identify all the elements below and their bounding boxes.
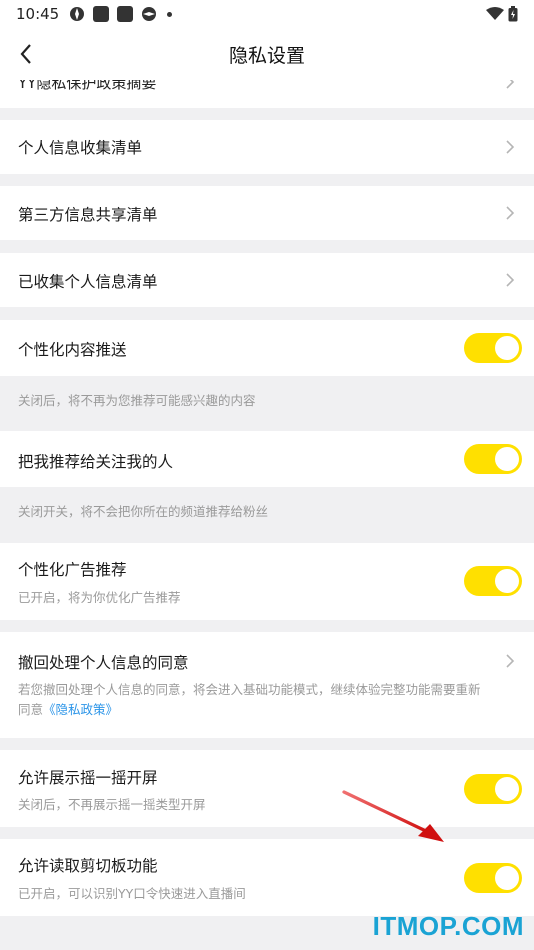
notification-square-icon	[117, 6, 134, 22]
collected-info-row[interactable]: 已收集个人信息清单	[0, 253, 534, 307]
app-notification-icon	[142, 7, 157, 21]
status-bar: 10:45	[0, 0, 534, 28]
withdraw-consent-row[interactable]: 撤回处理个人信息的同意 若您撤回处理个人信息的同意，将会进入基础功能模式，继续体…	[0, 632, 534, 738]
row-label: 个性化广告推荐	[18, 561, 127, 579]
chevron-right-icon	[506, 206, 515, 220]
row-description: 关闭后，将不再为您推荐可能感兴趣的内容	[18, 393, 256, 408]
red-arrow-icon	[342, 790, 444, 842]
app-header: 隐私设置	[0, 28, 534, 80]
toggle-knob	[495, 777, 519, 801]
row-label: YY隐私保护政策摘要	[18, 80, 157, 92]
row-label: 个性化内容推送	[18, 341, 127, 359]
shake-splash-toggle[interactable]	[464, 774, 522, 804]
recommend-followers-toggle[interactable]	[464, 444, 522, 474]
battery-icon	[508, 6, 518, 22]
row-description: 关闭开关，将不会把你所在的频道推荐给粉丝	[18, 504, 269, 519]
desc-prefix: 同意	[18, 702, 44, 717]
privacy-policy-link[interactable]: 《隐私政策》	[43, 702, 118, 717]
row-description-line2: 同意《隐私政策》	[18, 700, 118, 720]
chevron-right-icon	[506, 273, 515, 287]
back-button[interactable]	[10, 38, 42, 70]
personalized-content-desc-band: 关闭后，将不再为您推荐可能感兴趣的内容	[0, 376, 534, 430]
chevron-right-icon	[506, 654, 515, 668]
row-label: 允许读取剪切板功能	[18, 857, 158, 875]
third-party-share-row[interactable]: 第三方信息共享清单	[0, 186, 534, 240]
status-time: 10:45	[16, 5, 60, 23]
recommend-followers-row: 把我推荐给关注我的人	[0, 431, 534, 487]
row-description: 已开启，将为你优化广告推荐	[18, 590, 181, 605]
status-right	[486, 6, 518, 22]
row-description: 若您撤回处理个人信息的同意，将会进入基础功能模式，继续体验完整功能需要重新	[18, 682, 481, 697]
personalized-ads-row: 个性化广告推荐 已开启，将为你优化广告推荐	[0, 543, 534, 620]
personalized-ads-toggle[interactable]	[464, 566, 522, 596]
clipboard-toggle[interactable]	[464, 863, 522, 893]
chevron-left-icon	[20, 44, 31, 64]
page-title: 隐私设置	[228, 44, 305, 67]
row-description: 关闭后，不再展示摇一摇类型开屏	[18, 797, 206, 812]
toggle-knob	[495, 447, 519, 471]
shake-splash-row: 允许展示摇一摇开屏 关闭后，不再展示摇一摇类型开屏	[0, 750, 534, 827]
personal-info-list-row[interactable]: 个人信息收集清单	[0, 120, 534, 174]
row-label: 第三方信息共享清单	[18, 206, 158, 224]
chevron-right-icon	[506, 140, 515, 154]
wifi-icon	[486, 7, 504, 20]
app-notification-icon	[70, 7, 85, 21]
chevron-right-icon	[506, 80, 515, 89]
toggle-knob	[495, 336, 519, 360]
row-label: 把我推荐给关注我的人	[18, 453, 174, 471]
row-label: 已收集个人信息清单	[18, 273, 158, 291]
row-description: 已开启，可以识别YY口令快速进入直播间	[18, 886, 246, 901]
toggle-knob	[495, 569, 519, 593]
notification-square-icon	[93, 6, 110, 22]
more-notifications-icon	[167, 11, 173, 17]
watermark-logo: ITMOP.COM	[372, 911, 524, 941]
toggle-knob	[495, 866, 519, 890]
row-label: 允许展示摇一摇开屏	[18, 769, 158, 787]
recommend-followers-desc-band: 关闭开关，将不会把你所在的频道推荐给粉丝	[0, 487, 534, 542]
clipboard-row: 允许读取剪切板功能 已开启，可以识别YY口令快速进入直播间	[0, 839, 534, 916]
privacy-summary-row[interactable]: YY隐私保护政策摘要	[0, 80, 534, 108]
row-label: 撤回处理个人信息的同意	[18, 654, 189, 672]
personalized-content-row: 个性化内容推送	[0, 320, 534, 376]
row-label: 个人信息收集清单	[18, 139, 143, 157]
personalized-content-toggle[interactable]	[464, 333, 522, 363]
